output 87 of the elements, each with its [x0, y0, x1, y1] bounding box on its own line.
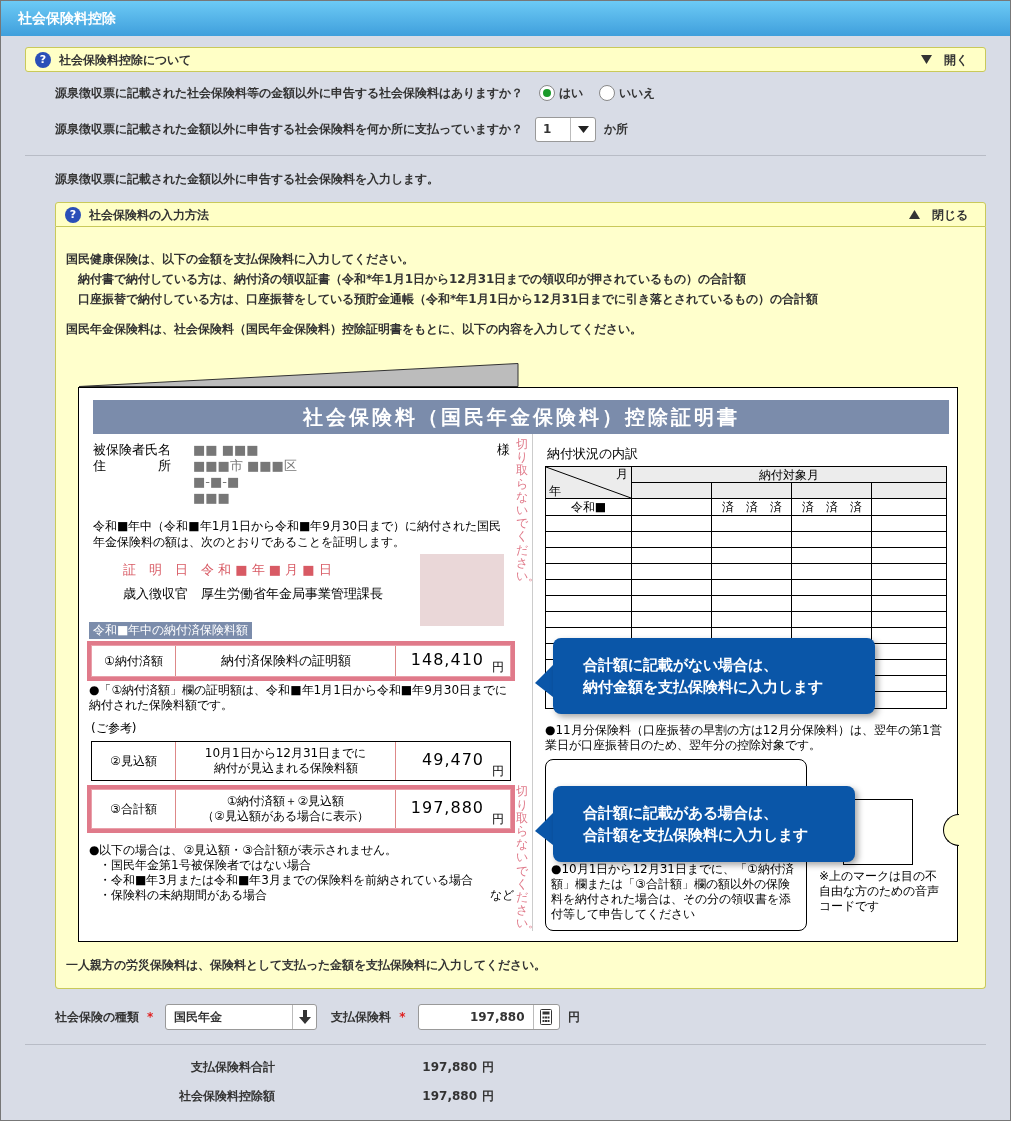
- certification-date: 証 明 日 令 和 ■ 年 ■ 月 ■ 日: [123, 561, 333, 579]
- radio-option[interactable]: はい: [539, 84, 583, 102]
- list-item: ・令和■年3月または令和■年3月までの保険料を前納されている場合: [99, 873, 473, 888]
- list-item: ・保険料の未納期間がある場合: [99, 888, 267, 903]
- help-line: 納付書で納付している方は、納付済の領収証書（令和*年1月1日から12月31日までの領収印が押されているもの）の合計額: [77, 271, 748, 288]
- row-description: 納付済保険料の証明額: [220, 652, 351, 670]
- row-label: ①納付済額: [92, 646, 176, 676]
- yen-unit: 円: [482, 1058, 494, 1076]
- intro-text: 源泉徴収票に記載された金額以外に申告する社会保険料を入力します。: [54, 171, 440, 188]
- question-label: 源泉徴収票に記載された社会保険料等の金額以外に申告する社会保険料はありますか？: [55, 85, 523, 102]
- note-text: ●以下の場合は、②見込額・③合計額が表示されません。: [89, 843, 398, 858]
- table-cell: 済 済 済: [712, 498, 792, 515]
- yen-unit: 円: [492, 813, 504, 825]
- field-label: 社会保険の種類: [55, 1009, 139, 1026]
- field-label: 支払保険料: [331, 1009, 392, 1026]
- list-item: ・国民年金第1号被保険者ではない場合: [99, 858, 311, 873]
- radio-option[interactable]: いいえ: [599, 84, 655, 102]
- help-paragraph: 国民健康保険は、以下の金額を支払保険料に入力してください。: [66, 251, 415, 268]
- reference-label: (ご参考): [91, 720, 138, 737]
- collapse-icon: [909, 210, 920, 219]
- redacted-address: ■-■-■: [193, 474, 241, 490]
- callout-text: 納付金額を支払保険料に入力します: [583, 677, 824, 698]
- row-label: ②見込額: [92, 742, 176, 780]
- punch-notch: [943, 814, 959, 846]
- down-arrow-icon: [298, 1010, 311, 1024]
- table-cell: 令和■: [546, 498, 632, 515]
- redacted-address: ■■■市 ■■■区: [193, 458, 298, 474]
- help-icon: ?: [35, 51, 51, 68]
- callout-text: 合計額に記載がない場合は、: [583, 655, 779, 676]
- field-label: 住 所: [93, 458, 171, 474]
- callout-text: 合計額に記載がある場合は、: [583, 803, 779, 824]
- table-cell: 済 済 済: [792, 498, 872, 515]
- total-label: 社会保険料控除額: [178, 1087, 275, 1105]
- question-label: 源泉徴収票に記載された金額以外に申告する社会保険料を何か所に支払っていますか？: [55, 121, 523, 138]
- total-label: 支払保険料合計: [190, 1058, 275, 1076]
- row-label: ③合計額: [92, 790, 176, 828]
- field-label: 被保険者氏名: [93, 442, 172, 458]
- unit-label: か所: [604, 121, 628, 138]
- accordion-title: 社会保険料控除について: [59, 51, 192, 69]
- calculator-icon: [540, 1009, 553, 1025]
- callout-text: 合計額を支払保険料に入力します: [583, 825, 809, 846]
- required-mark: *: [147, 1009, 154, 1026]
- expand-icon: [921, 55, 932, 64]
- note-text: ●「①納付済額」欄の証明額は、令和■年1月1日から令和■年9月30日までに納付された保険料額です。: [89, 683, 509, 713]
- accordion-header[interactable]: ? 社会保険料の入力方法 閉じる: [55, 202, 986, 227]
- toggle-label[interactable]: 閉じる: [932, 205, 968, 224]
- issuer: 歳入徴収官 厚生労働省年金局事業管理課長: [123, 584, 384, 603]
- help-icon: ?: [65, 206, 81, 223]
- yen-unit: 円: [492, 661, 504, 673]
- row-description: 納付が見込まれる保険料額: [213, 761, 358, 776]
- header-cell: 月: [616, 466, 628, 481]
- honorific: 様: [497, 442, 510, 459]
- unit-label: 円: [567, 1009, 580, 1026]
- help-paragraph: 国民年金保険料は、社会保険料（国民年金保険料）控除証明書をもとに、以下の内容を入力してください。: [66, 321, 643, 338]
- count-select[interactable]: 1: [535, 116, 596, 142]
- caret-icon: [577, 125, 589, 133]
- required-mark: *: [399, 1009, 406, 1026]
- toggle-label[interactable]: 開く: [944, 50, 968, 69]
- note-text: など: [490, 888, 514, 903]
- section-label: 令和■年中の納付済保険料額: [89, 622, 253, 639]
- window-title: 社会保険料控除: [18, 9, 116, 28]
- amount-field[interactable]: 197,880: [417, 1004, 560, 1030]
- row-description: ①納付済額＋②見込額: [226, 794, 345, 809]
- accordion-header[interactable]: ? 社会保険料控除について 開く: [25, 47, 986, 72]
- accordion-title: 社会保険料の入力方法: [89, 206, 210, 224]
- yen-unit: 円: [482, 1087, 494, 1105]
- amount-value: 49,470: [422, 748, 484, 771]
- amount-value: 197,880: [410, 796, 484, 819]
- insurance-type-select[interactable]: 国民年金: [165, 1004, 318, 1030]
- help-line: 口座振替で納付している方は、口座振替をしている預貯金通帳（令和*年1月1日から12月31日までに引き落とされているもの）の合計額: [77, 291, 820, 308]
- voice-code-note: ※上のマークは目の不自由な方のための音声コードです: [819, 868, 940, 914]
- row-description: （②見込額がある場合に表示）: [202, 809, 369, 824]
- certificate-statement: 令和■年中（令和■年1月1日から令和■年9月30日まで）に納付された国民年金保険料の額は、次のとおりであることを証明します。: [93, 518, 503, 550]
- amount-value: 148,410: [410, 648, 484, 671]
- notice-text: ●10月1日から12月31日までに、「①納付済額」欄または「③合計額」欄の額以外の保険料を納付された場合は、その分の領収書を添付等して申告してください: [551, 861, 795, 922]
- certificate-title: 社会保険料（国民年金保険料）控除証明書: [93, 400, 949, 434]
- row-description: 10月1日から12月31日までに: [204, 746, 367, 761]
- note-text: ●11月分保険料（口座振替の早割の方は12月分保険料）は、翌年の第1営業日が口座振替日のため、翌年分の控除対象です。: [545, 722, 943, 753]
- total-value: 197,880: [421, 1058, 477, 1076]
- total-value: 197,880: [421, 1087, 477, 1105]
- header-cell: 納付対象月: [632, 466, 946, 483]
- yen-unit: 円: [492, 765, 504, 777]
- header-cell: 年: [549, 483, 561, 498]
- breakdown-title: 納付状況の内訳: [546, 445, 639, 463]
- redacted-address: ■■■: [193, 490, 231, 506]
- help-paragraph: 一人親方の労災保険料は、保険料として支払った金額を支払保険料に入力してください。: [66, 956, 547, 974]
- redacted-name: ■■ ■■■: [193, 442, 260, 458]
